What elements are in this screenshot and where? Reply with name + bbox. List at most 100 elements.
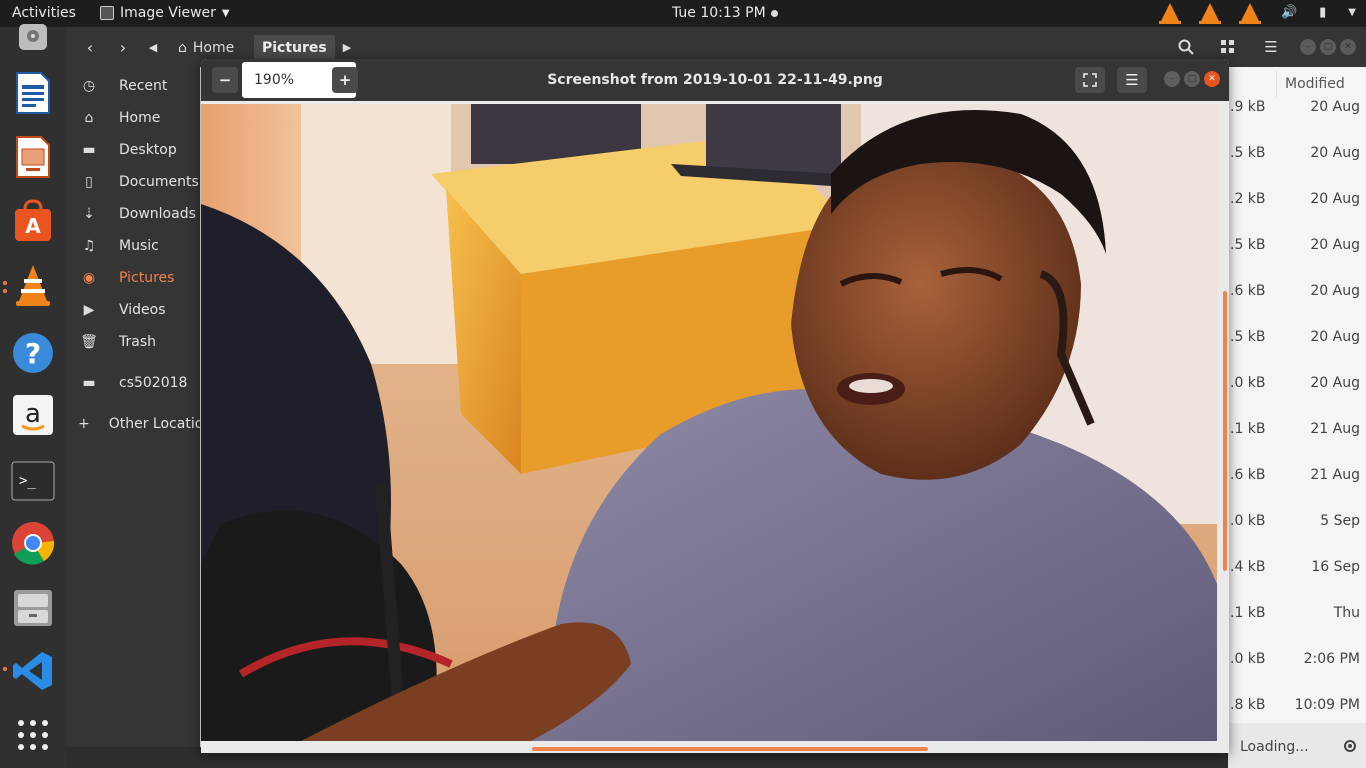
vlc-tray-icon[interactable]	[1238, 3, 1261, 24]
disk-icon	[19, 24, 47, 50]
file-size: .6 kB	[1230, 467, 1266, 483]
battery-icon[interactable]: ▮	[1319, 5, 1326, 20]
breadcrumb-home[interactable]: ⌂ Home	[170, 35, 242, 61]
sidebar-item-trash[interactable]: 🗑 Trash	[66, 328, 200, 356]
svg-text:>_: >_	[19, 473, 36, 489]
sidebar-item-label: Music	[119, 238, 159, 254]
files-menu-button[interactable]: ☰	[1256, 34, 1286, 60]
table-row[interactable]: .5 kB 20 Aug	[1228, 131, 1366, 177]
running-indicator	[3, 281, 7, 285]
viewer-maximize-button[interactable]: □	[1184, 71, 1200, 87]
dock-help[interactable]: ?	[11, 331, 55, 375]
sidebar-item-pictures[interactable]: ◉ Pictures	[66, 264, 200, 292]
sidebar-item-music[interactable]: ♫ Music	[66, 232, 200, 260]
dock-vscode[interactable]	[3, 649, 55, 693]
svg-text:a: a	[25, 399, 41, 429]
vertical-scrollbar[interactable]	[1223, 291, 1227, 571]
notification-dot-icon	[770, 9, 778, 17]
table-row[interactable]: .4 kB 16 Sep	[1228, 545, 1366, 591]
app-menu[interactable]: Image Viewer ▼	[100, 5, 230, 21]
fullscreen-button[interactable]	[1075, 67, 1105, 93]
image-viewer-app-icon	[100, 6, 114, 20]
vscode-icon	[13, 652, 52, 690]
breadcrumb-pictures[interactable]: Pictures	[254, 35, 335, 61]
table-row[interactable]: .5 kB 20 Aug	[1228, 223, 1366, 269]
dock-disk[interactable]	[11, 21, 55, 53]
photo-of-person	[201, 104, 1217, 741]
hamburger-icon: ☰	[1264, 38, 1278, 56]
sidebar-item-desktop[interactable]: ▬ Desktop	[66, 136, 200, 164]
dock-vlc[interactable]	[3, 263, 55, 307]
activities-button[interactable]: Activities	[12, 5, 76, 21]
table-row[interactable]: .5 kB 20 Aug	[1228, 315, 1366, 361]
software-center-icon: A	[15, 199, 51, 241]
dock-writer[interactable]	[11, 71, 55, 115]
record-icon	[1344, 740, 1356, 752]
home-icon: ⌂	[178, 40, 187, 56]
impress-icon	[16, 136, 50, 178]
table-row[interactable]: .9 kB 20 Aug	[1228, 85, 1366, 131]
caret-left-icon: ◀	[148, 40, 158, 54]
vlc-tray-icon[interactable]	[1158, 3, 1181, 24]
sidebar-item-documents[interactable]: ▯ Documents	[66, 168, 200, 196]
horizontal-scrollbar[interactable]	[532, 747, 928, 751]
dock-software[interactable]: A	[11, 199, 55, 243]
app-menu-label: Image Viewer	[120, 5, 216, 21]
chevron-left-icon: ‹	[86, 37, 94, 57]
close-icon: ✕	[1344, 42, 1352, 52]
viewer-close-button[interactable]: ✕	[1204, 71, 1220, 87]
dock: A ? a >_	[0, 24, 66, 768]
clock-icon: ◷	[82, 78, 96, 94]
table-row[interactable]: .0 kB 2:06 PM	[1228, 637, 1366, 683]
file-modified: 20 Aug	[1310, 375, 1360, 391]
files-maximize-button[interactable]: □	[1320, 39, 1336, 55]
vlc-tray-icon[interactable]	[1198, 3, 1221, 24]
sidebar-item-home[interactable]: ⌂ Home	[66, 104, 200, 132]
sidebar-item-cs502018[interactable]: ▬ cs502018	[66, 369, 200, 397]
dock-show-apps[interactable]	[11, 713, 55, 757]
displayed-image[interactable]	[201, 104, 1217, 741]
view-toggle-button[interactable]	[1213, 34, 1243, 60]
system-tray: 🔊 ▮ ▼	[1158, 3, 1356, 24]
search-button[interactable]	[1171, 34, 1201, 60]
file-size: .1 kB	[1230, 421, 1266, 437]
table-row[interactable]: .1 kB Thu	[1228, 591, 1366, 637]
running-indicator	[3, 667, 7, 671]
table-row[interactable]: .0 kB 5 Sep	[1228, 499, 1366, 545]
sidebar-item-other-locations[interactable]: + Other Locations	[66, 410, 200, 438]
sidebar-item-videos[interactable]: ▶ Videos	[66, 296, 200, 324]
file-size: .8 kB	[1230, 697, 1266, 713]
files-minimize-button[interactable]: –	[1300, 39, 1316, 55]
dock-files[interactable]	[11, 585, 55, 629]
table-row[interactable]: .2 kB 20 Aug	[1228, 177, 1366, 223]
table-row[interactable]: .0 kB 20 Aug	[1228, 361, 1366, 407]
volume-icon[interactable]: 🔊	[1281, 5, 1297, 20]
terminal-icon: >_	[11, 461, 55, 501]
viewer-menu-button[interactable]: ☰	[1117, 67, 1147, 93]
table-row[interactable]: .1 kB 21 Aug	[1228, 407, 1366, 453]
back-button[interactable]: ‹	[76, 34, 104, 60]
sidebar-item-label: Home	[119, 110, 161, 126]
viewer-minimize-button[interactable]: –	[1164, 71, 1180, 87]
table-row[interactable]: .6 kB 20 Aug	[1228, 269, 1366, 315]
dock-impress[interactable]	[11, 135, 55, 179]
app-grid-icon	[18, 720, 48, 750]
forward-button[interactable]: ›	[109, 34, 137, 60]
table-row[interactable]: .6 kB 21 Aug	[1228, 453, 1366, 499]
file-size: .0 kB	[1230, 651, 1266, 667]
sidebar-item-downloads[interactable]: ⇣ Downloads	[66, 200, 200, 228]
dock-chrome[interactable]	[11, 521, 55, 565]
image-viewer-window: − 190% ⌄ + Screenshot from 2019-10-01 22…	[201, 59, 1229, 753]
clock[interactable]: Tue 10:13 PM	[672, 5, 778, 21]
files-close-button[interactable]: ✕	[1340, 39, 1356, 55]
dock-amazon[interactable]: a	[11, 393, 55, 437]
breadcrumb-scroll-left[interactable]: ◀	[146, 34, 160, 60]
dock-terminal[interactable]: >_	[11, 459, 55, 503]
system-menu-chevron-icon[interactable]: ▼	[1348, 7, 1356, 18]
sidebar-item-recent[interactable]: ◷ Recent	[66, 72, 200, 100]
file-modified: 2:06 PM	[1303, 651, 1360, 667]
breadcrumb-scroll-right[interactable]: ▶	[340, 34, 354, 60]
caret-down-icon: ▼	[221, 7, 230, 19]
download-icon: ⇣	[83, 206, 95, 222]
file-size: .9 kB	[1230, 99, 1266, 115]
